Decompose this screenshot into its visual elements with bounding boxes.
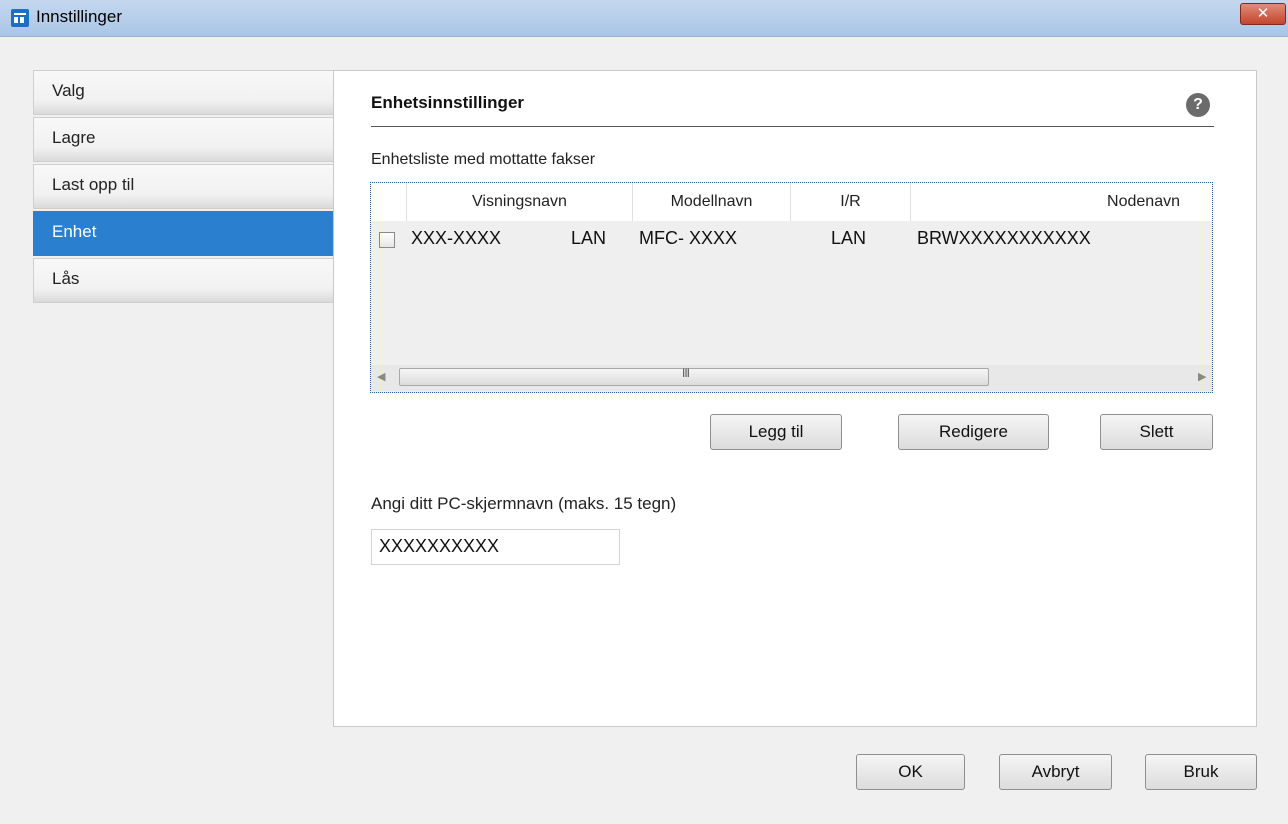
sidebar-item-last-opp-til[interactable]: Last opp til: [33, 164, 334, 209]
window-title: Innstillinger: [36, 7, 122, 26]
column-header-node-name[interactable]: Nodenavn: [911, 183, 1212, 221]
column-header-model-name[interactable]: Modellnavn: [633, 183, 791, 221]
sidebar-item-lagre[interactable]: Lagre: [33, 117, 334, 162]
device-list-label: Enhetsliste med mottatte fakser: [371, 151, 596, 168]
app-icon: [11, 9, 29, 27]
section-divider: [371, 126, 1214, 127]
column-header-io[interactable]: I/R: [791, 183, 911, 221]
device-list[interactable]: Visningsnavn Modellnavn I/R Nodenavn XXX…: [370, 182, 1213, 393]
cell-node-name: BRWXXXXXXXXXXX: [917, 228, 1091, 248]
delete-button[interactable]: Slett: [1100, 414, 1213, 450]
scroll-grip: III: [682, 366, 690, 380]
row-checkbox[interactable]: [379, 232, 395, 248]
column-header-display-name[interactable]: Visningsnavn: [407, 183, 633, 221]
settings-window: Innstillinger ✕ Valg Lagre Last opp til …: [0, 0, 1288, 824]
scroll-right-icon[interactable]: ▶: [1198, 370, 1206, 383]
horizontal-scrollbar[interactable]: ◀ III ▶: [371, 365, 1212, 391]
scroll-left-icon[interactable]: ◀: [377, 370, 385, 383]
sidebar: Valg Lagre Last opp til Enhet Lås: [33, 70, 334, 305]
ok-button[interactable]: OK: [856, 754, 965, 790]
close-icon[interactable]: ✕: [1240, 3, 1286, 25]
add-button[interactable]: Legg til: [710, 414, 842, 450]
cell-io: LAN: [831, 228, 867, 248]
sidebar-item-valg[interactable]: Valg: [33, 70, 334, 115]
column-header-checkbox: [371, 183, 407, 221]
apply-button[interactable]: Bruk: [1145, 754, 1257, 790]
sidebar-item-enhet[interactable]: Enhet: [33, 211, 334, 256]
pc-name-input[interactable]: XXXXXXXXXX: [371, 529, 620, 565]
cell-model-name: MFC- XXXX: [639, 228, 738, 248]
help-icon[interactable]: ?: [1186, 93, 1210, 117]
section-title: Enhetsinnstillinger: [371, 93, 525, 112]
pc-name-label: Angi ditt PC-skjermnavn (maks. 15 tegn): [371, 494, 677, 513]
edit-button[interactable]: Redigere: [898, 414, 1049, 450]
cell-display-name: XXX-XXXX: [411, 228, 502, 248]
scroll-thumb[interactable]: III: [399, 366, 989, 386]
cancel-button[interactable]: Avbryt: [999, 754, 1112, 790]
title-bar: Innstillinger ✕: [0, 0, 1288, 37]
settings-panel: Enhetsinnstillinger ? Enhetsliste med mo…: [333, 70, 1257, 727]
cell-display-connection: LAN: [571, 228, 607, 248]
sidebar-item-las[interactable]: Lås: [33, 258, 334, 303]
